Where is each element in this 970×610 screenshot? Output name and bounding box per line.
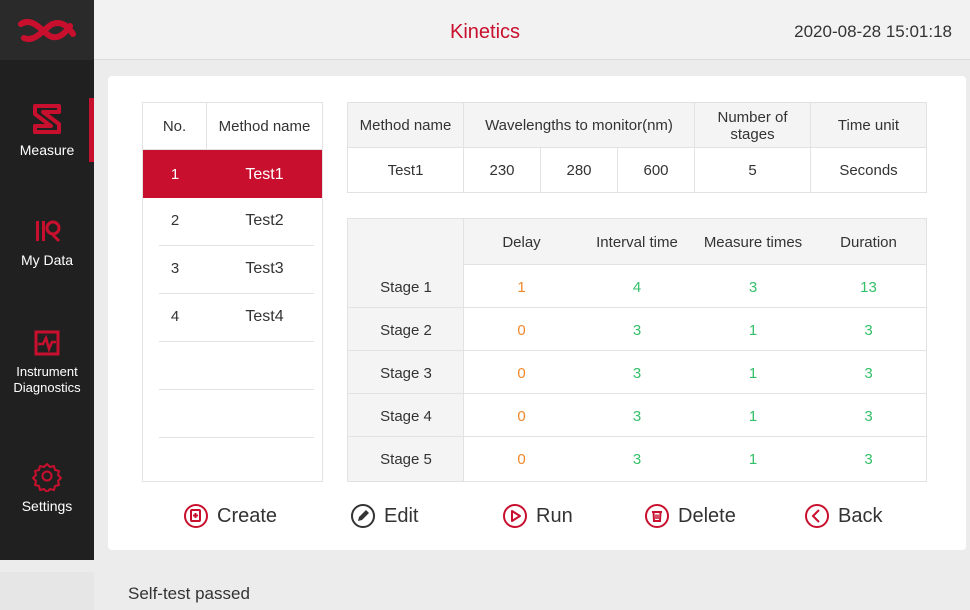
column-header-measure-times: Measure times (703, 234, 803, 251)
row-divider (464, 307, 926, 308)
delete-label: Delete (678, 504, 736, 527)
stage-label: Stage 3 (380, 365, 432, 382)
stage-measure-times: 1 (748, 322, 758, 339)
stage-table: Delay Interval time Measure times Durati… (347, 218, 927, 482)
method-row[interactable]: 3 Test3 (143, 246, 322, 294)
wavelength-value: 600 (618, 148, 695, 192)
create-icon (184, 504, 208, 528)
sidebar-item-label: Settings (21, 498, 73, 514)
stage-duration: 3 (864, 322, 873, 339)
stage-measure-times: 1 (748, 451, 758, 468)
back-icon (805, 504, 829, 528)
delete-button[interactable]: Delete (644, 503, 736, 529)
column-header-number-of-stages: Number of stages (695, 103, 811, 148)
row-divider (159, 437, 314, 438)
sidebar-item-measure[interactable]: Measure (0, 102, 94, 158)
method-summary-table: Method name Wavelengths to monitor(nm) N… (347, 102, 927, 193)
sidebar-item-diagnostics[interactable]: Instrument Diagnostics (0, 328, 94, 396)
edit-button[interactable]: Edit (350, 503, 418, 529)
trash-icon (645, 504, 669, 528)
diagnostics-icon (34, 330, 60, 356)
run-button[interactable]: Run (502, 503, 573, 529)
wavelength-value: 280 (541, 148, 618, 192)
method-no: 1 (170, 166, 180, 183)
stage-delay: 0 (517, 451, 526, 468)
pencil-icon (351, 504, 375, 528)
method-name: Test1 (245, 166, 284, 183)
method-list: No. Method name 1 Test1 2 Test2 3 Test3 … (142, 102, 323, 482)
method-no: 4 (170, 308, 180, 325)
method-no: 2 (170, 212, 180, 229)
method-list-header: No. Method name (143, 103, 322, 150)
column-header-duration: Duration (840, 234, 897, 251)
stage-duration: 3 (864, 408, 873, 425)
create-label: Create (217, 504, 278, 527)
create-button[interactable]: Create (183, 503, 277, 529)
column-header-wavelengths: Wavelengths to monitor(nm) (464, 103, 695, 148)
row-divider (348, 393, 926, 394)
sidebar-item-label: My Data (20, 252, 74, 268)
method-row[interactable]: 2 Test2 (143, 198, 322, 246)
summary-method-name: Test1 (348, 148, 464, 192)
play-icon (503, 504, 527, 528)
summary-stage-count: 5 (695, 148, 811, 192)
sidebar-item-my-data[interactable]: My Data (0, 216, 94, 268)
method-no: 3 (170, 260, 180, 277)
stage-interval: 3 (632, 408, 642, 425)
datetime-display: 2020-08-28 15:01:18 (794, 22, 952, 41)
status-message: Self-test passed (128, 584, 250, 603)
stage-delay: 0 (517, 408, 526, 425)
column-header-no: No. (143, 103, 207, 150)
stage-delay: 0 (517, 322, 526, 339)
column-header-method-name: Method name (348, 103, 464, 148)
stage-label: Stage 5 (380, 451, 432, 468)
stage-label: Stage 4 (380, 408, 432, 425)
sidebar-item-settings[interactable]: Settings (0, 460, 94, 514)
status-bar: Self-test passed (94, 572, 970, 610)
method-name: Test3 (245, 260, 284, 277)
stage-delay: 0 (517, 365, 526, 382)
stage-delay: 1 (517, 279, 526, 296)
edit-label: Edit (384, 504, 419, 527)
status-bar-left (0, 572, 94, 610)
back-label: Back (838, 504, 883, 527)
stage-label: Stage 1 (380, 279, 432, 296)
run-label: Run (536, 504, 573, 527)
stage-measure-times: 3 (748, 279, 758, 296)
sidebar-item-label: Measure (19, 142, 75, 158)
method-name: Test2 (245, 212, 284, 229)
wavelength-value: 230 (464, 148, 541, 192)
stage-interval: 3 (632, 451, 642, 468)
method-row[interactable]: 4 Test4 (143, 294, 322, 342)
column-header-time-unit: Time unit (837, 117, 900, 134)
measure-icon (33, 104, 61, 134)
sidebar-item-label: Instrument Diagnostics (13, 364, 81, 395)
row-divider (348, 350, 926, 351)
sidebar: Measure My Data Instrument Diagnostics S… (0, 60, 94, 560)
stage-interval: 3 (632, 365, 642, 382)
summary-time-unit: Seconds (839, 161, 898, 179)
stage-duration: 13 (860, 279, 877, 296)
my-data-icon (36, 220, 61, 243)
row-divider (159, 389, 314, 390)
stage-duration: 3 (864, 451, 873, 468)
column-header-delay: Delay (502, 234, 541, 251)
stage-interval: 4 (632, 279, 642, 296)
app-header: Kinetics 2020-08-28 15:01:18 (0, 0, 970, 60)
stage-interval: 3 (632, 322, 642, 339)
stage-label: Stage 2 (380, 322, 432, 339)
row-divider (159, 341, 314, 342)
method-name: Test4 (245, 308, 284, 325)
stage-measure-times: 1 (748, 365, 758, 382)
stage-measure-times: 1 (748, 408, 758, 425)
method-row[interactable]: 1 Test1 (143, 150, 322, 198)
back-button[interactable]: Back (804, 503, 882, 529)
gear-icon (32, 463, 62, 492)
column-header-method-name: Method name (218, 118, 311, 135)
row-divider (348, 436, 926, 437)
stage-duration: 3 (864, 365, 873, 382)
row-divider (348, 307, 464, 308)
column-header-interval-time: Interval time (596, 234, 678, 251)
